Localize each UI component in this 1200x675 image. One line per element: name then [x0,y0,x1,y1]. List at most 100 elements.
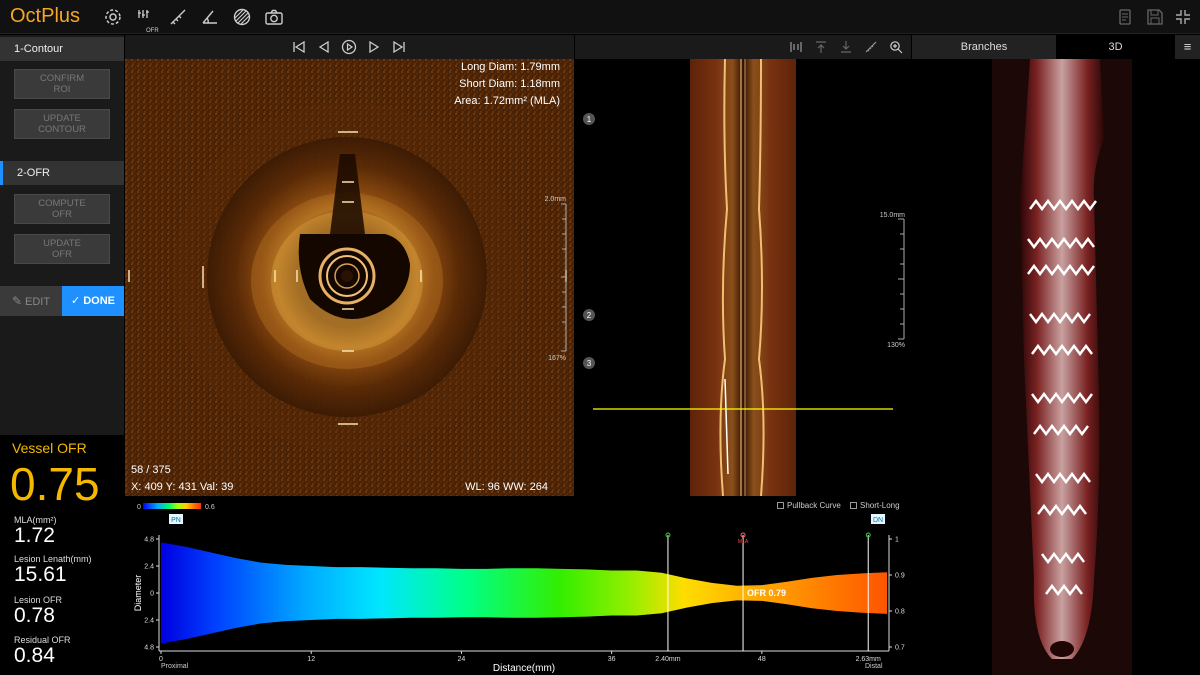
edit-label: EDIT [25,296,51,308]
short-long-checkbox[interactable]: Short-Long [850,501,900,510]
right-3d-panel: Branches 3D ≡ [912,35,1200,675]
app-logo: OctPlus [10,5,81,27]
ofr-icon[interactable]: OFR [136,7,159,34]
vessel-ofr-value: 0.75 [10,458,100,510]
colorbar [143,503,201,509]
fit-icon[interactable] [789,40,803,54]
longitudinal-view[interactable]: 1 2 3 15.0mm 130% [575,35,911,496]
first-frame-icon[interactable] [291,39,307,55]
next-frame-icon[interactable] [366,39,382,55]
app-window: OctPlus OFR 1-Contour CONFIRM ROI UPDATE… [0,0,1200,675]
mla-value: 1.72 [14,524,55,547]
lview-scale-top: 15.0mm [880,212,905,219]
y-right-tick-label: 0.7 [895,645,905,652]
y-axis-label: Diameter [133,575,143,612]
y-tick-label: 4.8 [144,645,154,652]
marker-label: 2.40mm [655,656,680,663]
area-text: Area: 1.72mm² (MLA) [454,95,560,107]
short-diam-text: Short Diam: 1.18mm [459,78,560,90]
vessel-3d-render[interactable] [912,59,1200,675]
align-top-icon[interactable] [814,40,828,54]
cursor-coords: X: 409 Y: 431 Val: 39 [131,481,234,493]
lview-markers: 1 2 3 [583,113,595,369]
y-right-tick-label: 0.8 [895,609,905,616]
play-icon[interactable] [341,39,357,55]
y-tick-label: 4.8 [144,537,154,544]
measure-icon[interactable] [168,7,188,27]
collapse-icon[interactable] [1173,7,1193,27]
x-axis-label: Distance(mm) [493,663,555,674]
long-diam-text: Long Diam: 1.79mm [460,61,560,73]
compute-ofr-line1: COMPUTE [38,198,86,209]
menu-icon[interactable]: ≡ [1175,35,1200,59]
compute-ofr-button[interactable]: COMPUTE OFR [14,194,110,224]
tab-branches[interactable]: Branches [912,35,1056,59]
gear-icon[interactable] [103,7,123,27]
hatch-icon[interactable] [232,7,252,27]
update-ofr-button[interactable]: UPDATE OFR [14,234,110,264]
y-right-tick-label: 1 [895,537,899,544]
ruler-icon[interactable] [864,40,878,54]
marker-1: 1 [587,115,592,124]
last-frame-icon[interactable] [391,39,407,55]
edit-button[interactable]: ✎ EDIT [0,286,62,316]
camera-icon[interactable] [264,7,284,27]
y-right-tick-label: 0.9 [895,573,905,580]
left-panel: 1-Contour CONFIRM ROI UPDATE CONTOUR 2-OFR… [0,35,124,675]
section-contour[interactable]: 1-Contour [0,37,124,61]
check-icon: ✓ [71,295,81,307]
section-ofr[interactable]: 2-OFR [0,161,124,185]
update-contour-button[interactable]: UPDATE CONTOUR [14,109,110,139]
pullback-curve-checkbox[interactable]: Pullback Curve [777,501,841,510]
tab-3d[interactable]: 3D [1056,35,1175,59]
update-contour-line2: CONTOUR [38,124,86,135]
zoom-icon[interactable] [889,40,903,54]
colorbar-min: 0 [137,504,141,511]
metrics-panel: Vessel OFR 0.75 MLA(mm²) 1.72 Lesion Len… [0,435,124,675]
pullback-curve-label: Pullback Curve [787,501,841,510]
frame-counter: 58 / 375 [131,464,171,476]
x-tick-label: 36 [608,656,616,663]
pn-label: PN [171,517,181,524]
marker-label: MLA [738,539,749,545]
vessel-ofr-label: Vessel OFR [12,440,87,456]
prev-frame-icon[interactable] [316,39,332,55]
y-tick-label: 2.4 [144,564,154,571]
wl-ww-text: WL: 96 WW: 264 [465,481,548,493]
pencil-icon: ✎ [11,294,22,308]
oct-image[interactable]: 2.0mm 167% [125,59,574,496]
lview-scale-bottom: 130% [887,342,905,349]
compute-ofr-line2: OFR [51,209,73,220]
x-tick-label: 0 [159,656,163,663]
ofr-annotation: OFR 0.79 [747,588,786,598]
report-icon[interactable] [1115,7,1135,27]
done-label: DONE [83,295,115,307]
longitudinal-toolbar [575,35,911,59]
marker-label: 2.63mm [856,656,881,663]
short-long-box[interactable] [850,502,857,509]
colorbar-max: 0.6 [205,504,215,511]
lesion-ofr-value: 0.78 [14,604,55,627]
pullback-curve-box[interactable] [777,502,784,509]
longitudinal-image[interactable]: 1 2 3 15.0mm 130% [575,59,911,496]
y-tick-label: 0 [150,591,154,598]
right-tabs: Branches 3D ≡ [912,35,1200,59]
save-icon[interactable] [1145,7,1165,27]
diameter-ofr-chart[interactable]: Pullback Curve Short-Long 0 0.6 0 12 24 … [125,497,911,675]
done-button[interactable]: ✓ DONE [62,286,124,316]
oct-cross-section-view[interactable]: 2.0mm 167% Long Diam: 1.79mm Short Diam:… [125,35,574,496]
update-ofr-line1: UPDATE [43,238,81,249]
confirm-roi-line1: CONFIRM [39,73,85,84]
playback-toolbar [125,35,574,59]
x-tick-label: 48 [758,656,766,663]
residual-ofr-value: 0.84 [14,644,55,667]
x-tick-label: 12 [307,656,315,663]
proximal-label: Proximal [161,663,189,670]
marker-2: 2 [587,311,592,320]
align-bottom-icon[interactable] [839,40,853,54]
chart-svg[interactable]: 0 0.6 0 12 24 36 48 4.8 2.4 0 2.4 4.8 1 0.9 0.8 0.7 2… [125,497,911,675]
x-tick-label: 24 [458,656,466,663]
angle-icon[interactable] [200,7,220,27]
top-toolbar: OctPlus OFR [0,0,1200,34]
confirm-roi-button[interactable]: CONFIRM ROI [14,69,110,99]
